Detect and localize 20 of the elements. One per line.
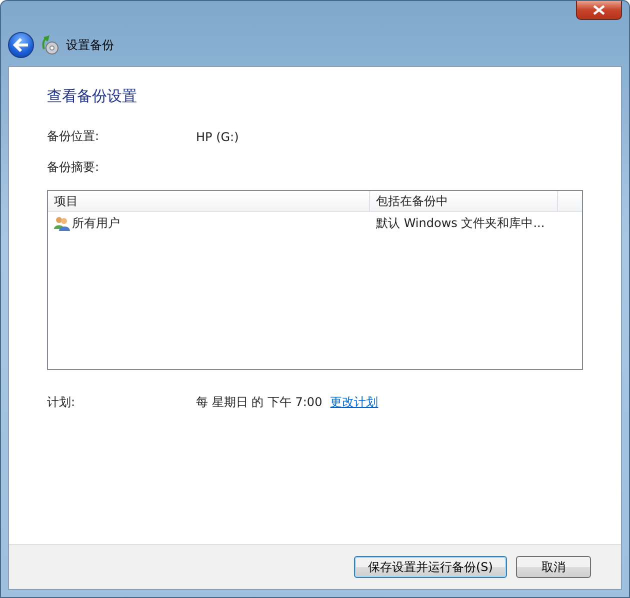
table-cell-text: 默认 Windows 文件夹和库中... [375,214,546,232]
change-schedule-link[interactable]: 更改计划 [330,394,378,411]
location-value: HP (G:) [196,130,239,144]
backup-icon [40,35,60,55]
cancel-button[interactable]: 取消 [516,556,591,578]
close-icon [592,5,606,15]
back-arrow-icon [12,37,30,53]
table-cell: 所有用户 [72,214,120,232]
close-button[interactable] [576,1,622,20]
column-header[interactable]: 项目 [48,191,370,211]
column-header[interactable]: 包括在备份中 [370,191,558,211]
page-heading: 查看备份设置 [47,87,138,106]
schedule-label: 计划: [47,394,76,411]
location-label: 备份位置: [47,128,100,145]
users-icon [54,215,70,231]
save-and-run-button[interactable]: 保存设置并运行备份(S) [354,556,507,578]
window-title: 设置备份 [66,36,114,54]
schedule-value: 每 星期日 的 下午 7:00 [196,394,322,411]
summary-label: 备份摘要: [47,159,100,176]
back-button[interactable] [8,32,34,58]
